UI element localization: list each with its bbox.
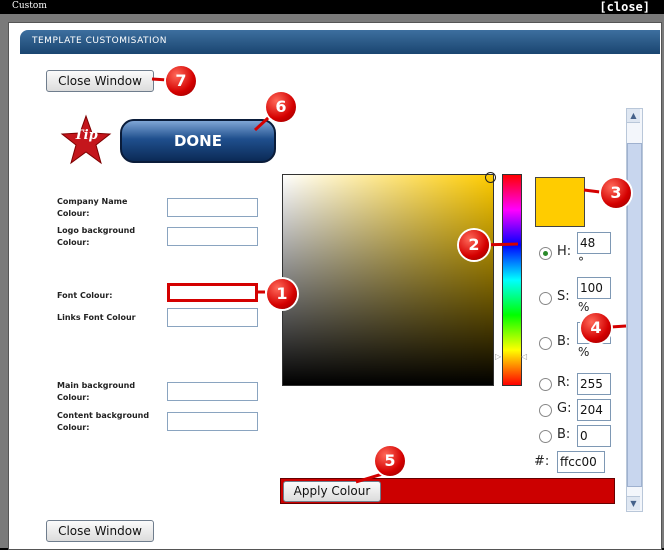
annotation-marker-5: 5	[375, 446, 405, 476]
annotation-marker-2: 2	[459, 230, 489, 260]
annotation-marker-3: 3	[601, 178, 631, 208]
annotation-marker-6: 6	[266, 92, 296, 122]
annotation-marker-1: 1	[267, 279, 297, 309]
annotation-marker-7: 7	[166, 66, 196, 96]
annotation-marker-4: 4	[581, 313, 611, 343]
annotation-arrows	[151, 77, 627, 484]
